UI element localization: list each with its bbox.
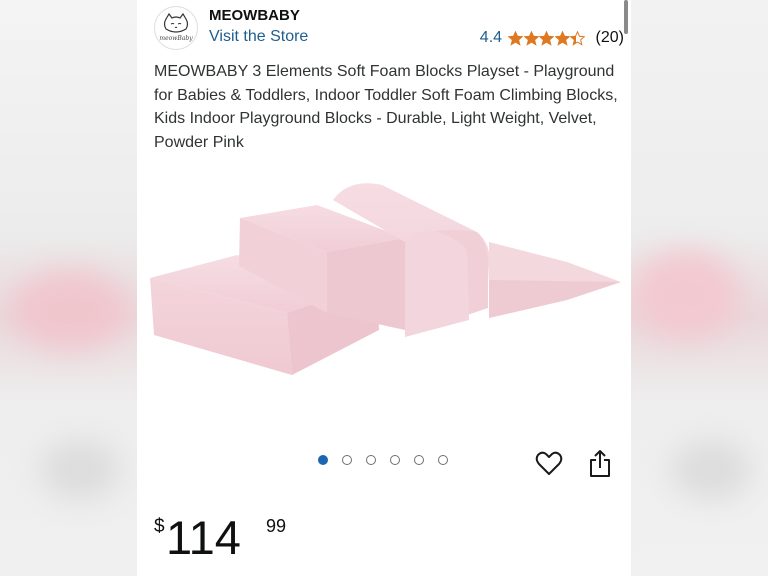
price-fraction: 99 bbox=[266, 516, 287, 536]
blur-blob bbox=[671, 440, 751, 500]
background-right bbox=[631, 0, 768, 576]
carousel-dot[interactable] bbox=[366, 455, 376, 465]
carousel-dot[interactable] bbox=[390, 455, 400, 465]
carousel-dot[interactable] bbox=[318, 455, 328, 465]
background-left bbox=[0, 0, 137, 576]
rating-value: 4.4 bbox=[479, 29, 503, 46]
logo-wordmark: meowBaby bbox=[159, 35, 193, 42]
blur-blob bbox=[40, 440, 120, 500]
star-rating bbox=[508, 30, 586, 46]
carousel-indicator bbox=[318, 455, 462, 465]
star-icon bbox=[539, 30, 555, 46]
carousel-dot[interactable] bbox=[414, 455, 424, 465]
blur-blob bbox=[631, 250, 741, 340]
foam-blocks-product-image[interactable] bbox=[137, 170, 631, 420]
cat-face-icon bbox=[163, 12, 189, 33]
visit-store-link[interactable]: Visit the Store bbox=[209, 28, 308, 46]
store-logo[interactable]: meowBaby bbox=[154, 6, 198, 50]
star-icon bbox=[570, 30, 586, 46]
rating-count: (20) bbox=[595, 29, 624, 46]
star-icon bbox=[508, 30, 524, 46]
brand-name: MEOWBABY bbox=[209, 7, 300, 24]
share-icon[interactable] bbox=[588, 448, 612, 478]
arch-block-face bbox=[405, 231, 469, 337]
price-currency: $ bbox=[154, 516, 165, 537]
product-title: MEOWBABY 3 Elements Soft Foam Blocks Pla… bbox=[154, 63, 618, 151]
heart-icon[interactable] bbox=[535, 450, 563, 476]
carousel-dot[interactable] bbox=[438, 455, 448, 465]
product-panel: meowBaby MEOWBABY Visit the Store 4.4 (2… bbox=[137, 0, 631, 576]
star-icon bbox=[554, 30, 570, 46]
ramp-block-side bbox=[489, 280, 621, 318]
price-whole: 114 bbox=[166, 511, 241, 564]
blur-blob bbox=[10, 270, 130, 350]
scrollbar[interactable] bbox=[624, 0, 628, 34]
carousel-dot[interactable] bbox=[342, 455, 352, 465]
store-header: meowBaby MEOWBABY Visit the Store 4.4 (2… bbox=[154, 6, 624, 50]
rating-summary[interactable]: 4.4 (20) bbox=[480, 28, 624, 48]
star-icon bbox=[523, 30, 539, 46]
